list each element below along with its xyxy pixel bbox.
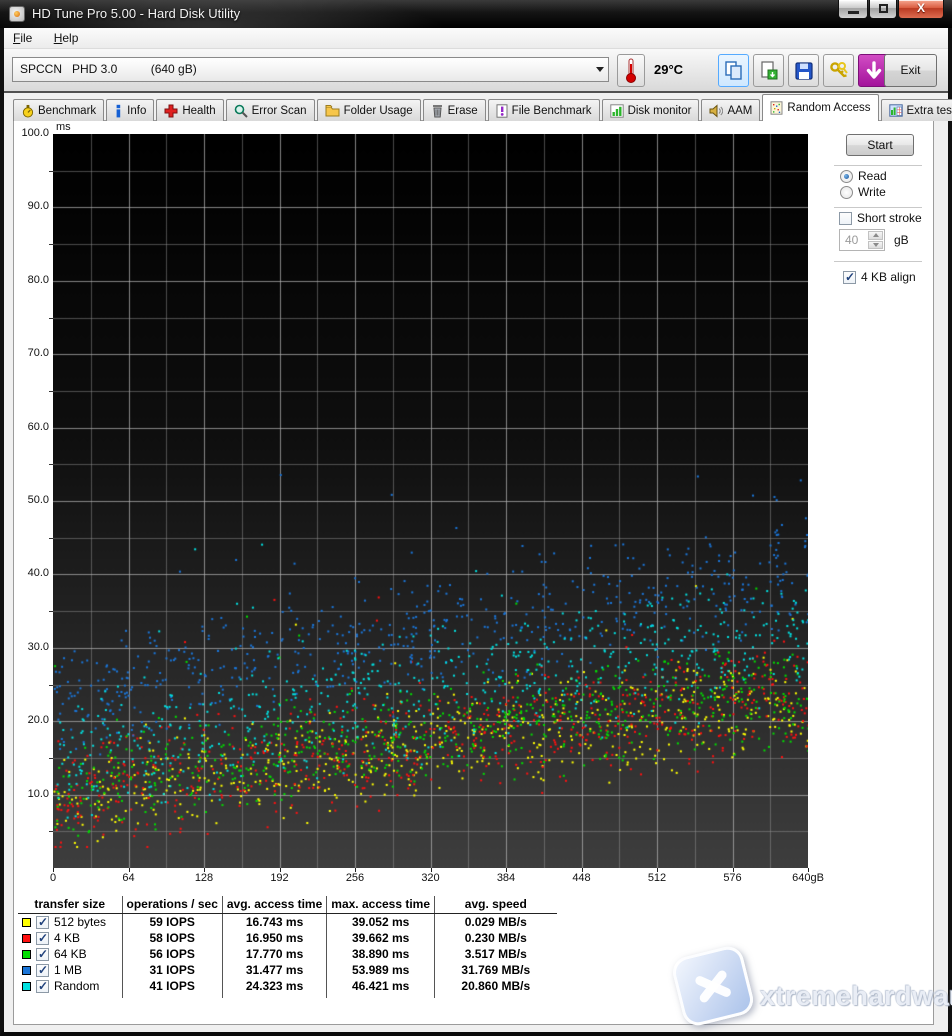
chevron-up-icon xyxy=(873,233,879,237)
tab-random-access[interactable]: Random Access xyxy=(762,94,878,121)
chevron-down-icon xyxy=(596,67,604,72)
write-radio[interactable] xyxy=(840,186,853,199)
tab-benchmark[interactable]: Benchmark xyxy=(13,99,104,121)
file-benchmark-icon xyxy=(496,104,508,118)
extra-tests-icon xyxy=(889,104,903,117)
watermark-text: xtremehardware.com xyxy=(760,981,952,1012)
temperature-value: 29°C xyxy=(654,62,683,77)
minimize-button[interactable] xyxy=(838,0,868,19)
tab-error-scan[interactable]: Error Scan xyxy=(226,99,315,121)
col-avg-access: avg. access time xyxy=(222,896,326,914)
menu-help[interactable]: Help xyxy=(45,28,88,47)
series-checkbox[interactable] xyxy=(36,964,49,977)
table-row: 4 KB 58 IOPS 16.950 ms 39.662 ms 0.230 M… xyxy=(18,930,557,946)
align-label: 4 KB align xyxy=(861,270,916,284)
read-radio[interactable] xyxy=(840,170,853,183)
separator xyxy=(834,261,922,263)
tab-health[interactable]: Health xyxy=(156,99,223,121)
menu-file[interactable]: File xyxy=(4,28,41,47)
separator xyxy=(834,207,922,209)
series-swatch xyxy=(22,934,31,943)
series-swatch xyxy=(22,966,31,975)
bar-chart-icon xyxy=(610,104,624,118)
start-button[interactable]: Start xyxy=(846,134,914,156)
random-access-chart xyxy=(53,134,808,868)
table-row: Random 41 IOPS 24.323 ms 46.421 ms 20.86… xyxy=(18,978,557,994)
save-page-icon xyxy=(759,60,779,82)
download-arrow-icon xyxy=(864,60,884,82)
short-stroke-label: Short stroke xyxy=(857,211,922,225)
tab-info[interactable]: Info xyxy=(106,99,154,121)
read-label: Read xyxy=(858,169,887,183)
maximize-button[interactable] xyxy=(869,0,897,19)
window-body: File Help SPCCN PHD 3.0 (640 gB) 29°C xyxy=(0,28,952,1036)
results-header-row: transfer size operations / sec avg. acce… xyxy=(18,896,557,914)
table-row: 64 KB 56 IOPS 17.770 ms 38.890 ms 3.517 … xyxy=(18,946,557,962)
series-swatch xyxy=(22,918,31,927)
results-table: transfer size operations / sec avg. acce… xyxy=(18,896,557,998)
exit-button[interactable]: Exit xyxy=(884,54,937,87)
title-bar: HD Tune Pro 5.00 - Hard Disk Utility X xyxy=(0,0,952,28)
save-button[interactable] xyxy=(788,54,819,87)
col-operations: operations / sec xyxy=(122,896,222,914)
table-row: 1 MB 31 IOPS 31.477 ms 53.989 ms 31.769 … xyxy=(18,962,557,978)
toolbar: SPCCN PHD 3.0 (640 gB) 29°C xyxy=(4,49,948,93)
col-max-access: max. access time xyxy=(327,896,435,914)
stroke-size-unit: gB xyxy=(894,233,909,247)
tab-dialog: Benchmark Info Health Error Scan Folder … xyxy=(4,93,948,1032)
random-access-page: ms 10.020.030.040.050.060.070.080.090.01… xyxy=(13,120,934,1025)
table-row: 512 bytes 59 IOPS 16.743 ms 39.052 ms 0.… xyxy=(18,914,557,931)
spin-up-button[interactable] xyxy=(868,231,883,240)
info-icon xyxy=(114,104,123,118)
tab-aam[interactable]: AAM xyxy=(701,99,760,121)
app-window: HD Tune Pro 5.00 - Hard Disk Utility X F… xyxy=(0,0,952,1036)
floppy-disk-icon xyxy=(794,61,814,81)
magnifier-icon xyxy=(234,104,248,118)
tab-folder-usage[interactable]: Folder Usage xyxy=(317,99,421,121)
chevron-down-icon xyxy=(873,243,879,247)
col-transfer-size: transfer size xyxy=(18,896,122,914)
window-title: HD Tune Pro 5.00 - Hard Disk Utility xyxy=(32,6,240,21)
tab-extra-tests[interactable]: Extra tests xyxy=(881,99,952,121)
series-checkbox[interactable] xyxy=(36,948,49,961)
benchmark-icon xyxy=(21,104,34,118)
copy-screenshot-button[interactable] xyxy=(718,54,749,87)
y-axis-unit-label: ms xyxy=(56,121,71,133)
xtremehardware-logo-icon xyxy=(670,943,757,1028)
series-swatch xyxy=(22,982,31,991)
tab-strip: Benchmark Info Health Error Scan Folder … xyxy=(13,94,952,121)
series-checkbox[interactable] xyxy=(36,980,49,993)
tab-disk-monitor[interactable]: Disk monitor xyxy=(602,99,700,121)
series-checkbox[interactable] xyxy=(36,916,49,929)
close-button[interactable]: X xyxy=(898,0,944,19)
short-stroke-checkbox[interactable] xyxy=(839,212,852,225)
col-avg-speed: avg. speed xyxy=(435,896,557,914)
trash-icon xyxy=(431,104,444,118)
app-icon xyxy=(9,6,25,22)
folder-icon xyxy=(325,104,340,117)
write-label: Write xyxy=(858,185,886,199)
speaker-icon xyxy=(709,104,723,118)
align-checkbox[interactable] xyxy=(843,271,856,284)
tab-file-benchmark[interactable]: File Benchmark xyxy=(488,99,600,121)
register-button[interactable] xyxy=(823,54,854,87)
health-cross-icon xyxy=(164,104,178,118)
separator xyxy=(834,165,922,167)
temperature-button[interactable] xyxy=(617,54,645,87)
tab-erase[interactable]: Erase xyxy=(423,99,486,121)
series-checkbox[interactable] xyxy=(36,932,49,945)
drive-selector[interactable]: SPCCN PHD 3.0 (640 gB) xyxy=(12,57,609,82)
maximize-icon xyxy=(879,4,888,13)
menu-bar: File Help xyxy=(4,28,948,49)
series-swatch xyxy=(22,950,31,959)
keys-icon xyxy=(828,60,850,82)
short-stroke-size-input[interactable]: 40 xyxy=(839,229,885,251)
thermometer-icon xyxy=(623,58,639,84)
spin-down-button[interactable] xyxy=(868,241,883,250)
copy-to-file-button[interactable] xyxy=(753,54,784,87)
copy-pages-icon xyxy=(724,60,744,82)
minimize-icon xyxy=(848,11,859,14)
random-access-icon xyxy=(770,101,783,115)
